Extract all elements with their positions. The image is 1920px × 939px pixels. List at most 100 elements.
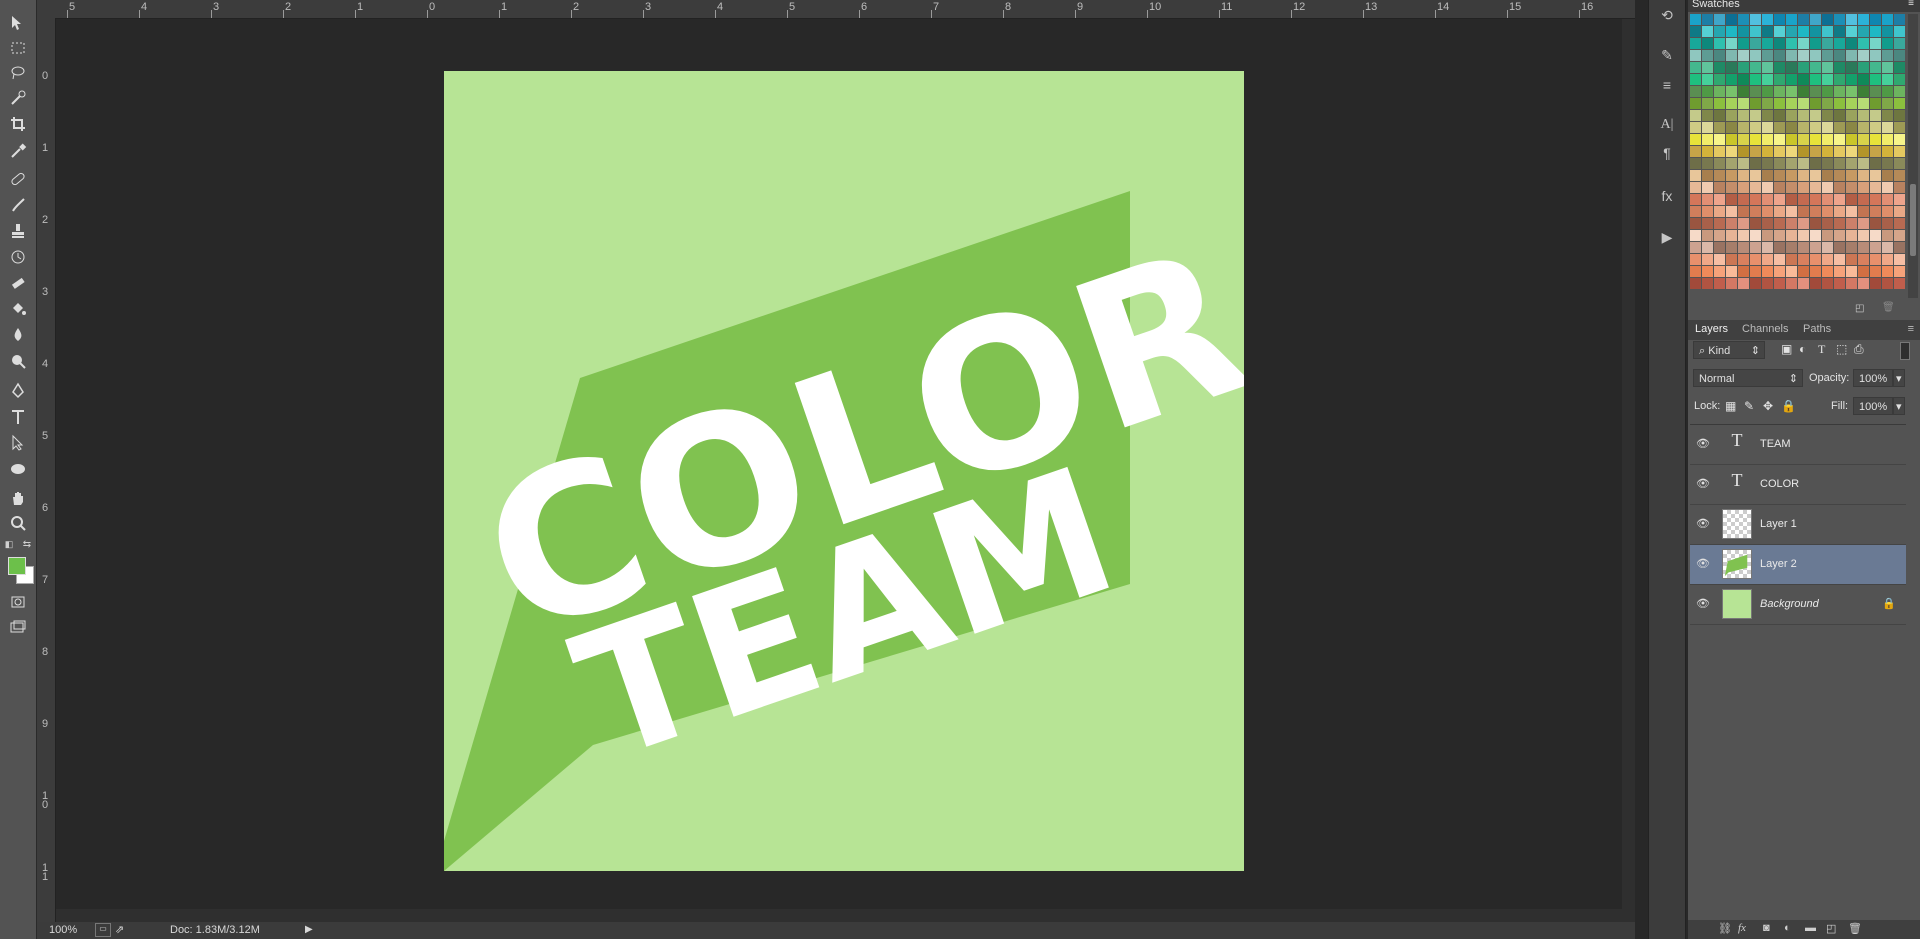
swatch[interactable] [1774, 278, 1785, 289]
eye-icon[interactable]: 👁 [1696, 437, 1710, 451]
swatch[interactable] [1810, 50, 1821, 61]
swatch[interactable] [1870, 98, 1881, 109]
swatch[interactable] [1714, 134, 1725, 145]
swatch[interactable] [1750, 62, 1761, 73]
swatch[interactable] [1786, 158, 1797, 169]
swatch[interactable] [1870, 74, 1881, 85]
swatch[interactable] [1882, 26, 1893, 37]
swatch[interactable] [1870, 266, 1881, 277]
swatch[interactable] [1858, 170, 1869, 181]
swatch[interactable] [1882, 110, 1893, 121]
fill-dropdown-icon[interactable]: ▾ [1893, 397, 1905, 415]
swatch[interactable] [1762, 86, 1773, 97]
swatch[interactable] [1870, 38, 1881, 49]
swatch[interactable] [1882, 158, 1893, 169]
link-layers-icon[interactable]: ⛓ [1718, 922, 1732, 935]
swatch[interactable] [1762, 230, 1773, 241]
swatch[interactable] [1690, 194, 1701, 205]
swatch[interactable] [1702, 74, 1713, 85]
foreground-color-swatch[interactable] [8, 557, 26, 575]
swatch[interactable] [1798, 278, 1809, 289]
swatch[interactable] [1738, 110, 1749, 121]
tab-layers[interactable]: Layers [1695, 323, 1728, 335]
swatch[interactable] [1894, 14, 1905, 25]
swatch[interactable] [1882, 74, 1893, 85]
swatch[interactable] [1690, 254, 1701, 265]
swatch[interactable] [1846, 206, 1857, 217]
swatch[interactable] [1726, 62, 1737, 73]
lock-transparent-icon[interactable]: ▦ [1725, 399, 1736, 413]
swatch[interactable] [1858, 266, 1869, 277]
screen-mode-icon[interactable] [6, 616, 30, 638]
swatch[interactable] [1870, 134, 1881, 145]
swatch[interactable] [1870, 122, 1881, 133]
swatch[interactable] [1726, 110, 1737, 121]
lock-all-icon[interactable]: 🔒 [1781, 399, 1796, 413]
layer-name[interactable]: Layer 2 [1760, 558, 1797, 570]
swatch[interactable] [1810, 146, 1821, 157]
swatch[interactable] [1834, 182, 1845, 193]
swatch[interactable] [1702, 182, 1713, 193]
swatch[interactable] [1858, 182, 1869, 193]
layer-name[interactable]: COLOR [1760, 478, 1799, 490]
swatch[interactable] [1870, 158, 1881, 169]
artwork[interactable]: COLOR TEAM [444, 71, 1244, 871]
swatches-title[interactable]: Swatches [1692, 0, 1740, 10]
zoom-tool-icon[interactable] [6, 512, 30, 534]
swatch[interactable] [1810, 98, 1821, 109]
swatch[interactable] [1726, 242, 1737, 253]
crop-tool-icon[interactable] [6, 113, 30, 135]
swatch[interactable] [1798, 98, 1809, 109]
swatch[interactable] [1714, 266, 1725, 277]
swatch[interactable] [1738, 146, 1749, 157]
horizontal-scrollbar[interactable] [56, 909, 1622, 922]
swatch[interactable] [1690, 50, 1701, 61]
swatch[interactable] [1894, 38, 1905, 49]
swatch[interactable] [1798, 74, 1809, 85]
swatch[interactable] [1846, 38, 1857, 49]
swatch[interactable] [1726, 14, 1737, 25]
swatch[interactable] [1702, 110, 1713, 121]
swatch[interactable] [1846, 98, 1857, 109]
swatch[interactable] [1882, 278, 1893, 289]
tab-paths[interactable]: Paths [1803, 323, 1831, 335]
swatch[interactable] [1702, 170, 1713, 181]
swatch[interactable] [1774, 158, 1785, 169]
swatch[interactable] [1714, 182, 1725, 193]
swatch[interactable] [1774, 98, 1785, 109]
swatch[interactable] [1786, 50, 1797, 61]
swatch[interactable] [1798, 86, 1809, 97]
swatch[interactable] [1834, 206, 1845, 217]
paragraph-panel-icon[interactable]: ¶ [1657, 143, 1677, 163]
swatch[interactable] [1822, 38, 1833, 49]
swatch[interactable] [1726, 266, 1737, 277]
swatch[interactable] [1714, 242, 1725, 253]
swatch[interactable] [1690, 242, 1701, 253]
eye-icon[interactable]: 👁 [1696, 557, 1710, 571]
swatch[interactable] [1702, 50, 1713, 61]
swatch[interactable] [1798, 182, 1809, 193]
swatch[interactable] [1810, 254, 1821, 265]
swatch[interactable] [1690, 122, 1701, 133]
swatch[interactable] [1738, 74, 1749, 85]
move-tool-icon[interactable] [6, 12, 30, 34]
swatch[interactable] [1894, 134, 1905, 145]
swatch[interactable] [1798, 146, 1809, 157]
swatch[interactable] [1714, 194, 1725, 205]
share-icon[interactable]: ⇗ [115, 923, 124, 936]
healing-brush-tool-icon[interactable] [6, 168, 30, 190]
swatch[interactable] [1834, 62, 1845, 73]
swatch[interactable] [1702, 14, 1713, 25]
swatch[interactable] [1714, 86, 1725, 97]
swatch[interactable] [1870, 14, 1881, 25]
swatch[interactable] [1822, 194, 1833, 205]
swatch[interactable] [1894, 74, 1905, 85]
swatch[interactable] [1702, 206, 1713, 217]
swatch[interactable] [1882, 206, 1893, 217]
swatch[interactable] [1774, 134, 1785, 145]
swatch[interactable] [1726, 170, 1737, 181]
swatch[interactable] [1858, 206, 1869, 217]
eye-icon[interactable]: 👁 [1696, 517, 1710, 531]
swatch[interactable] [1798, 158, 1809, 169]
quick-selection-tool-icon[interactable] [6, 87, 30, 109]
